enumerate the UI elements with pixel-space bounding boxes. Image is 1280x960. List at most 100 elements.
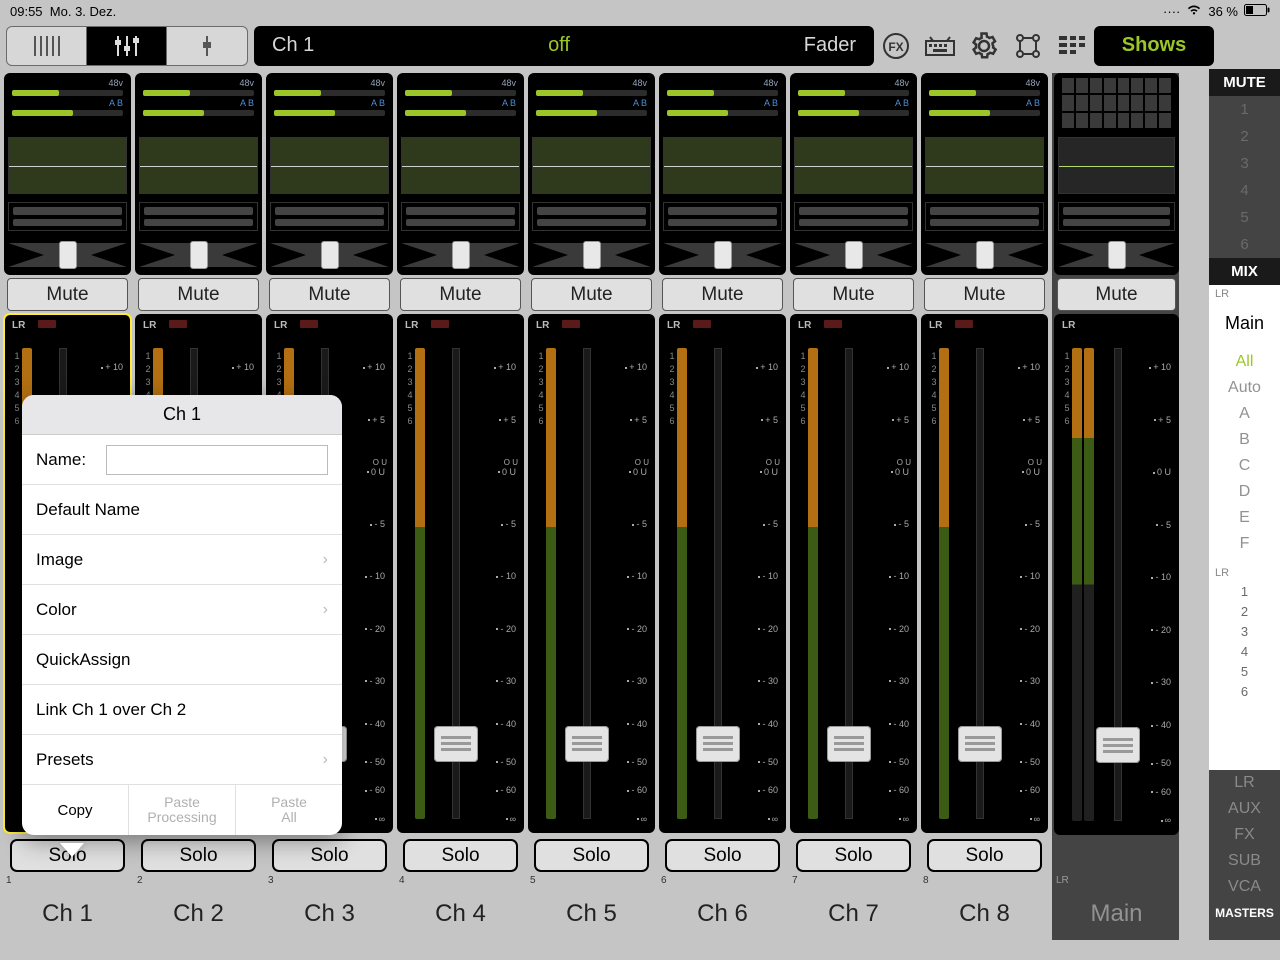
quickassign-row[interactable]: QuickAssign — [22, 635, 342, 685]
masters-lr[interactable]: LR — [1209, 770, 1280, 796]
shows-button[interactable]: Shows — [1094, 26, 1214, 66]
mute-button[interactable]: Mute — [138, 278, 259, 311]
masters-sub[interactable]: SUB — [1209, 848, 1280, 874]
layer-4[interactable]: 4 — [1209, 641, 1280, 661]
channel-label[interactable]: Ch 7 — [790, 888, 917, 940]
dynamics-section[interactable] — [528, 198, 655, 235]
preamp-section[interactable]: 48v A B — [659, 73, 786, 133]
pan-control[interactable] — [925, 243, 1044, 267]
pan-control[interactable] — [139, 243, 258, 267]
pan-control[interactable] — [401, 243, 520, 267]
mute-button[interactable]: Mute — [269, 278, 390, 311]
channel-label[interactable]: Ch 8 — [921, 888, 1048, 940]
channel-label[interactable]: Ch 4 — [397, 888, 524, 940]
pan-control[interactable] — [663, 243, 782, 267]
preamp-section[interactable]: 48v A B — [4, 73, 131, 133]
solo-button[interactable]: Solo — [665, 839, 780, 872]
eq-section[interactable] — [528, 133, 655, 198]
layer-1[interactable]: 1 — [1209, 581, 1280, 601]
pan-control[interactable] — [794, 243, 913, 267]
masters-aux[interactable]: AUX — [1209, 796, 1280, 822]
fader-cap[interactable] — [696, 726, 740, 762]
fader-track[interactable] — [690, 348, 745, 819]
master-fader-cap[interactable] — [1096, 727, 1140, 763]
solo-button[interactable]: Solo — [272, 839, 387, 872]
meters-icon[interactable] — [1056, 30, 1088, 62]
channel-label[interactable]: Ch 3 — [266, 888, 393, 940]
preamp-section[interactable]: 48v A B — [397, 73, 524, 133]
dynamics-section[interactable] — [790, 198, 917, 235]
mix-main-button[interactable]: Main — [1209, 303, 1280, 343]
eq-section[interactable] — [659, 133, 786, 198]
mute-group-2[interactable]: 2 — [1209, 123, 1280, 150]
eq-section[interactable] — [397, 133, 524, 198]
keyboard-icon[interactable] — [924, 30, 956, 62]
presets-row[interactable]: Presets› — [22, 735, 342, 785]
fader-cap[interactable] — [958, 726, 1002, 762]
dynamics-section[interactable] — [4, 198, 131, 235]
dynamics-section[interactable] — [266, 198, 393, 235]
mute-group-5[interactable]: 5 — [1209, 204, 1280, 231]
fader-cap[interactable] — [434, 726, 478, 762]
eq-section[interactable] — [790, 133, 917, 198]
layer-6[interactable]: 6 — [1209, 681, 1280, 701]
master-label[interactable]: Main — [1054, 888, 1179, 940]
fader-track[interactable] — [821, 348, 876, 819]
master-fader-track[interactable] — [1097, 348, 1138, 821]
fader-track[interactable] — [428, 348, 483, 819]
mute-group-4[interactable]: 4 — [1209, 177, 1280, 204]
master-dyn[interactable] — [1054, 198, 1179, 235]
view-narrow-button[interactable] — [7, 27, 87, 65]
preamp-section[interactable]: 48v A B — [790, 73, 917, 133]
pan-control[interactable] — [8, 243, 127, 267]
eq-section[interactable] — [266, 133, 393, 198]
dynamics-section[interactable] — [921, 198, 1048, 235]
channel-label[interactable]: Ch 6 — [659, 888, 786, 940]
mute-button[interactable]: Mute — [662, 278, 783, 311]
master-eq[interactable] — [1054, 133, 1179, 198]
group-b[interactable]: B — [1209, 427, 1280, 453]
dynamics-section[interactable] — [659, 198, 786, 235]
master-mute-button[interactable]: Mute — [1057, 278, 1176, 311]
image-row[interactable]: Image› — [22, 535, 342, 585]
solo-button[interactable]: Solo — [141, 839, 256, 872]
solo-button[interactable]: Solo — [927, 839, 1042, 872]
group-e[interactable]: E — [1209, 505, 1280, 531]
group-all[interactable]: All — [1209, 349, 1280, 375]
masters-button[interactable]: MASTERS — [1209, 900, 1280, 926]
group-c[interactable]: C — [1209, 453, 1280, 479]
fader-track[interactable] — [559, 348, 614, 819]
dynamics-section[interactable] — [397, 198, 524, 235]
mute-group-3[interactable]: 3 — [1209, 150, 1280, 177]
dynamics-section[interactable] — [135, 198, 262, 235]
master-overview[interactable] — [1054, 73, 1179, 133]
mute-button[interactable]: Mute — [7, 278, 128, 311]
fader-cap[interactable] — [565, 726, 609, 762]
color-row[interactable]: Color› — [22, 585, 342, 635]
paste-processing-button[interactable]: PasteProcessing — [129, 785, 236, 835]
preamp-section[interactable]: 48v A B — [528, 73, 655, 133]
layer-2[interactable]: 2 — [1209, 601, 1280, 621]
preamp-section[interactable]: 48v A B — [266, 73, 393, 133]
copy-button[interactable]: Copy — [22, 785, 129, 835]
pan-control[interactable] — [270, 243, 389, 267]
channel-label[interactable]: Ch 5 — [528, 888, 655, 940]
fader-cap[interactable] — [827, 726, 871, 762]
gear-icon[interactable] — [968, 30, 1000, 62]
mute-button[interactable]: Mute — [531, 278, 652, 311]
mute-button[interactable]: Mute — [793, 278, 914, 311]
link-row[interactable]: Link Ch 1 over Ch 2 — [22, 685, 342, 735]
name-input[interactable] — [106, 445, 328, 475]
view-wide-button[interactable] — [87, 27, 167, 65]
mute-button[interactable]: Mute — [924, 278, 1045, 311]
default-name-row[interactable]: Default Name — [22, 485, 342, 535]
masters-fx[interactable]: FX — [1209, 822, 1280, 848]
mute-group-1[interactable]: 1 — [1209, 96, 1280, 123]
preamp-section[interactable]: 48v A B — [135, 73, 262, 133]
solo-button[interactable]: Solo — [796, 839, 911, 872]
group-a[interactable]: A — [1209, 401, 1280, 427]
master-pan[interactable] — [1058, 243, 1175, 267]
preamp-section[interactable]: 48v A B — [921, 73, 1048, 133]
channel-label[interactable]: Ch 1 — [4, 888, 131, 940]
view-single-button[interactable] — [167, 27, 247, 65]
